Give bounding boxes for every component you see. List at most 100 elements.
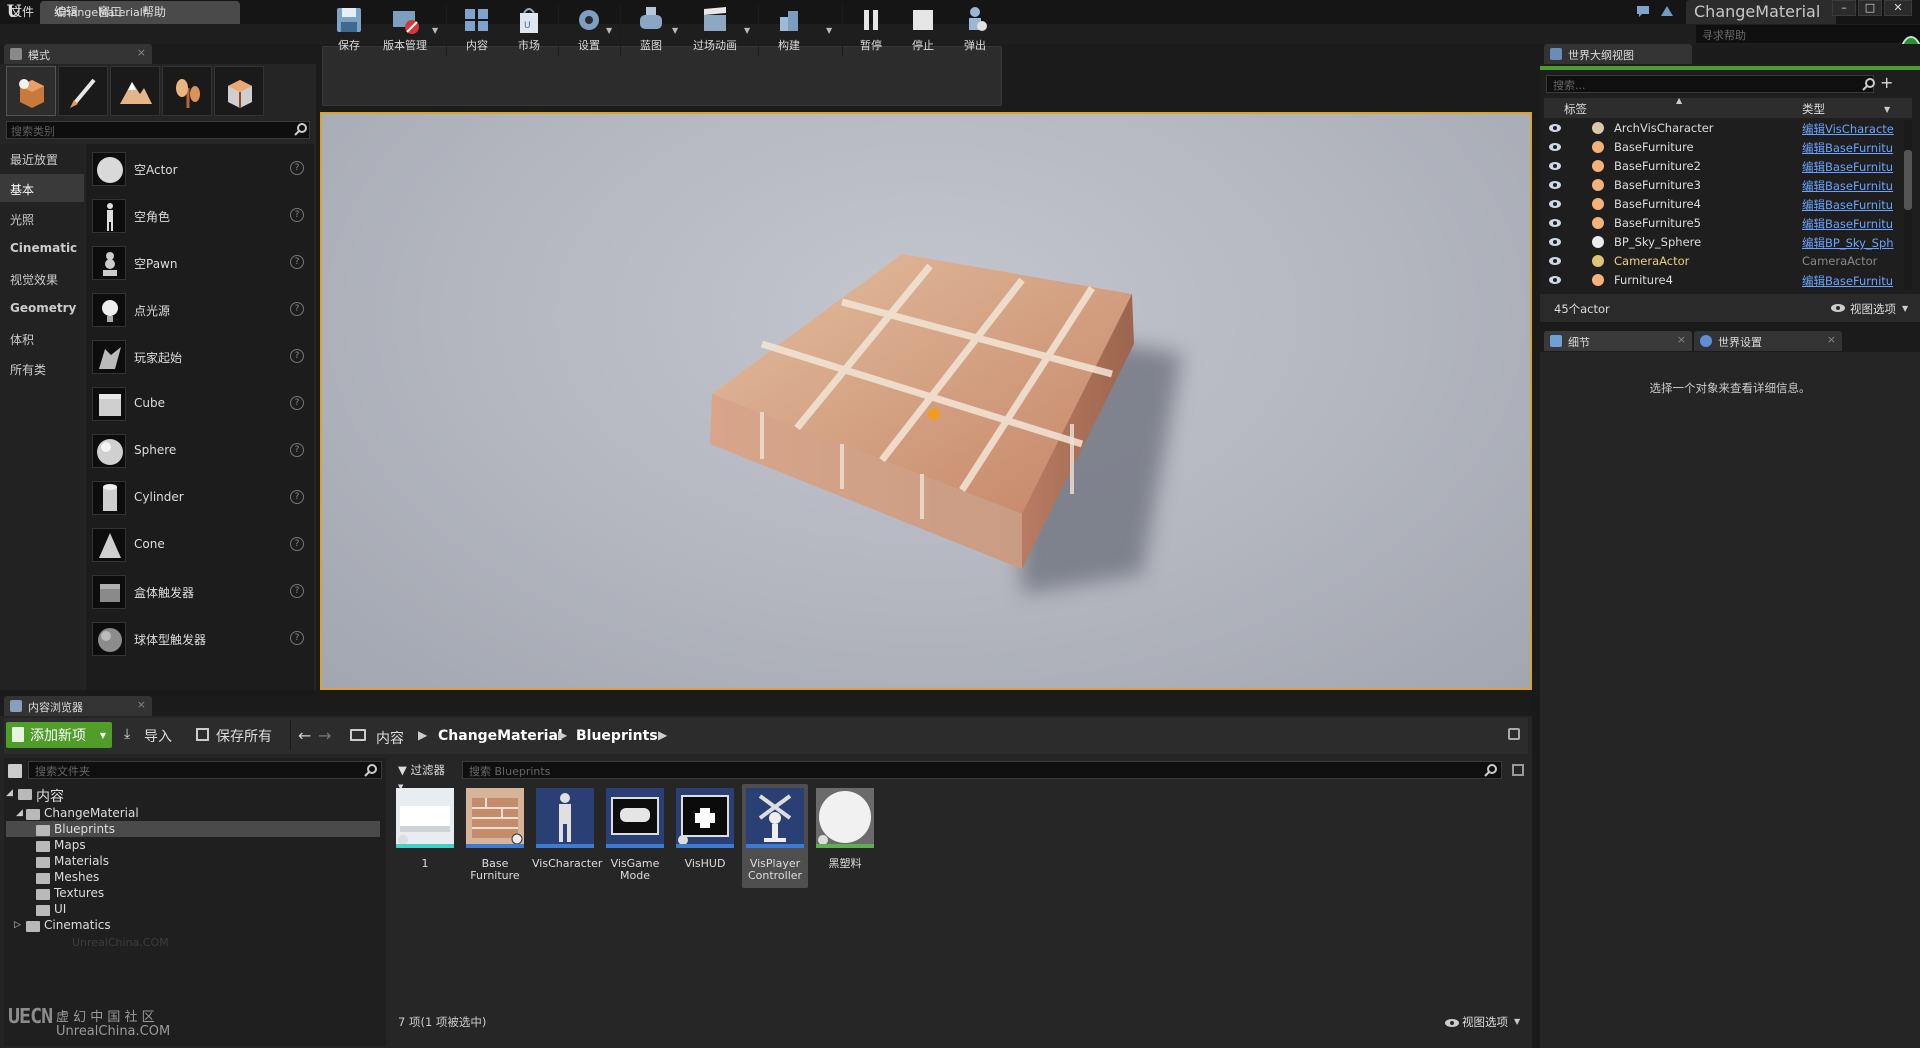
asset-search-input[interactable]: 搜索 Blueprints — [462, 761, 1502, 779]
outliner-scroll-thumb[interactable] — [1904, 150, 1912, 210]
minimize-button[interactable]: – — [1832, 0, 1856, 16]
outliner-row[interactable]: Furniture4 编辑BaseFurnitu — [1544, 271, 1904, 290]
chevron-down-icon[interactable]: ▼ — [1514, 1017, 1520, 1026]
add-filter-icon[interactable]: + — [1880, 75, 1904, 93]
help-icon[interactable]: ? — [290, 255, 304, 269]
visibility-eye-icon[interactable] — [1548, 218, 1562, 228]
help-icon[interactable]: ? — [290, 631, 304, 645]
actor-type[interactable]: 编辑BaseFurnitu — [1802, 273, 1902, 289]
place-item-empty-pawn[interactable]: 空Pawn ? — [86, 240, 310, 286]
place-item-cylinder[interactable]: Cylinder ? — [86, 475, 310, 521]
outliner-row[interactable]: BP_Sky_Sphere 编辑BP_Sky_Sph — [1544, 233, 1904, 252]
visibility-eye-icon[interactable] — [1548, 275, 1562, 285]
outliner-row[interactable]: CameraActor CameraActor — [1544, 252, 1904, 271]
toolbar-save-button[interactable]: 保存 — [324, 2, 374, 58]
breadcrumb-content[interactable]: 内容 — [376, 728, 404, 748]
tab-modes[interactable]: 模式 × — [4, 44, 152, 64]
expand-arrow-icon[interactable]: ◢ — [6, 788, 13, 798]
chevron-down-icon[interactable]: ▼ — [1902, 304, 1908, 313]
help-icon[interactable]: ? — [290, 584, 304, 598]
mode-landscape[interactable] — [110, 66, 160, 116]
place-item-cube[interactable]: Cube ? — [86, 381, 310, 427]
outliner-search-input[interactable]: 搜索... — [1546, 75, 1874, 93]
close-icon[interactable]: × — [1677, 333, 1686, 346]
expand-arrow-icon[interactable]: ▷ — [14, 920, 21, 930]
place-item-point-light[interactable]: 点光源 ? — [86, 287, 310, 333]
visibility-eye-icon[interactable] — [1548, 161, 1562, 171]
actor-type[interactable]: 编辑BP_Sky_Sph — [1802, 235, 1902, 251]
outliner-row[interactable]: BaseFurniture3 编辑BaseFurnitu — [1544, 176, 1904, 195]
category-lights[interactable]: 光照 — [0, 204, 84, 232]
asset-item[interactable]: VisCharacter — [532, 784, 602, 888]
import-button[interactable]: ⤓ 导入 — [124, 726, 172, 746]
close-icon[interactable]: × — [137, 46, 146, 59]
actor-type[interactable]: 编辑BaseFurnitu — [1802, 178, 1902, 194]
breadcrumb-arrow-icon[interactable]: ▶ — [558, 728, 567, 742]
place-item-cone[interactable]: Cone ? — [86, 522, 310, 568]
chevron-down-icon[interactable]: ▼ — [826, 26, 836, 35]
visibility-eye-icon[interactable] — [1548, 256, 1562, 266]
category-visual-effects[interactable]: 视觉效果 — [0, 264, 84, 292]
tab-world-settings[interactable]: 世界设置 × — [1694, 331, 1842, 351]
place-item-sphere[interactable]: Sphere ? — [86, 428, 310, 474]
outliner-row[interactable]: BaseFurniture2 编辑BaseFurnitu — [1544, 157, 1904, 176]
actor-type[interactable]: 编辑BaseFurnitu — [1802, 159, 1902, 175]
close-button[interactable]: ✕ — [1884, 0, 1912, 16]
mode-paint[interactable] — [58, 66, 108, 116]
tab-world-outliner[interactable]: 世界大纲视图 — [1544, 44, 1692, 64]
maximize-button[interactable]: □ — [1858, 0, 1882, 16]
toolbar-blueprints-button[interactable]: 蓝图 — [626, 2, 676, 58]
toolbar-source-control-button[interactable]: 版本管理 — [380, 2, 430, 58]
chevron-down-icon[interactable]: ▼ — [672, 26, 682, 35]
mode-geometry[interactable] — [214, 66, 264, 116]
menu-file[interactable]: 文件 — [10, 3, 34, 20]
help-search-input[interactable]: 寻求帮助 — [1696, 25, 1920, 43]
visibility-eye-icon[interactable] — [1548, 199, 1562, 209]
outliner-row[interactable]: BaseFurniture4 编辑BaseFurnitu — [1544, 195, 1904, 214]
mode-place[interactable] — [6, 66, 56, 116]
save-all-button[interactable]: 保存所有 — [196, 726, 272, 746]
toolbar-stop-button[interactable]: 停止 — [898, 2, 948, 58]
category-all-classes[interactable]: 所有类 — [0, 354, 84, 382]
tab-content-browser[interactable]: 内容浏览器 × — [4, 696, 152, 716]
folder-search-input[interactable]: 搜索文件夹 — [28, 761, 382, 779]
help-icon[interactable]: ? — [290, 396, 304, 410]
breadcrumb-changematerial[interactable]: ChangeMaterial — [438, 728, 563, 744]
chevron-down-icon[interactable]: ▼ — [432, 26, 442, 35]
asset-item[interactable]: 1 — [392, 784, 458, 888]
visibility-eye-icon[interactable] — [1548, 180, 1562, 190]
visibility-eye-icon[interactable] — [1548, 237, 1562, 247]
category-cinematic[interactable]: Cinematic — [0, 234, 84, 262]
category-geometry[interactable]: Geometry — [0, 294, 84, 322]
outliner-row[interactable]: ArchVisCharacter 编辑VisCharacte — [1544, 119, 1904, 138]
outliner-row[interactable]: BaseFurniture 编辑BaseFurnitu — [1544, 138, 1904, 157]
help-icon[interactable]: ? — [290, 537, 304, 551]
chevron-down-icon[interactable]: ▼ — [1884, 105, 1890, 114]
actor-type[interactable]: 编辑BaseFurnitu — [1802, 216, 1902, 232]
tab-details[interactable]: 细节 × — [1544, 331, 1692, 351]
asset-item[interactable]: VisGame Mode — [602, 784, 668, 888]
actor-type[interactable]: 编辑BaseFurnitu — [1802, 140, 1902, 156]
close-icon[interactable]: × — [137, 698, 146, 711]
notifications-icon[interactable] — [1660, 4, 1674, 18]
place-item-empty-character[interactable]: 空角色 ? — [86, 193, 310, 239]
visibility-eye-icon[interactable] — [1548, 142, 1562, 152]
help-icon[interactable]: ? — [290, 490, 304, 504]
place-item-box-trigger[interactable]: 盒体触发器 ? — [86, 569, 310, 615]
help-icon[interactable]: ? — [290, 443, 304, 457]
save-search-icon[interactable] — [1512, 764, 1524, 776]
help-icon[interactable]: ? — [290, 161, 304, 175]
category-volumes[interactable]: 体积 — [0, 324, 84, 352]
asset-view-options[interactable]: 视图选项 — [1462, 1014, 1508, 1030]
category-basic[interactable]: 基本 — [0, 174, 84, 202]
place-item-sphere-trigger[interactable]: 球体型触发器 ? — [86, 616, 310, 662]
help-icon[interactable]: ? — [290, 349, 304, 363]
chevron-down-icon[interactable]: ▼ — [606, 26, 616, 35]
category-search-input[interactable]: 搜索类别 — [6, 121, 310, 139]
chevron-down-icon[interactable]: ▼ — [744, 26, 754, 35]
visibility-eye-icon[interactable] — [1548, 123, 1562, 133]
actor-type[interactable]: 编辑VisCharacte — [1802, 121, 1902, 137]
close-icon[interactable]: × — [1827, 333, 1836, 346]
actor-type[interactable]: 编辑BaseFurnitu — [1802, 197, 1902, 213]
toolbar-pause-button[interactable]: 暂停 — [846, 2, 896, 58]
